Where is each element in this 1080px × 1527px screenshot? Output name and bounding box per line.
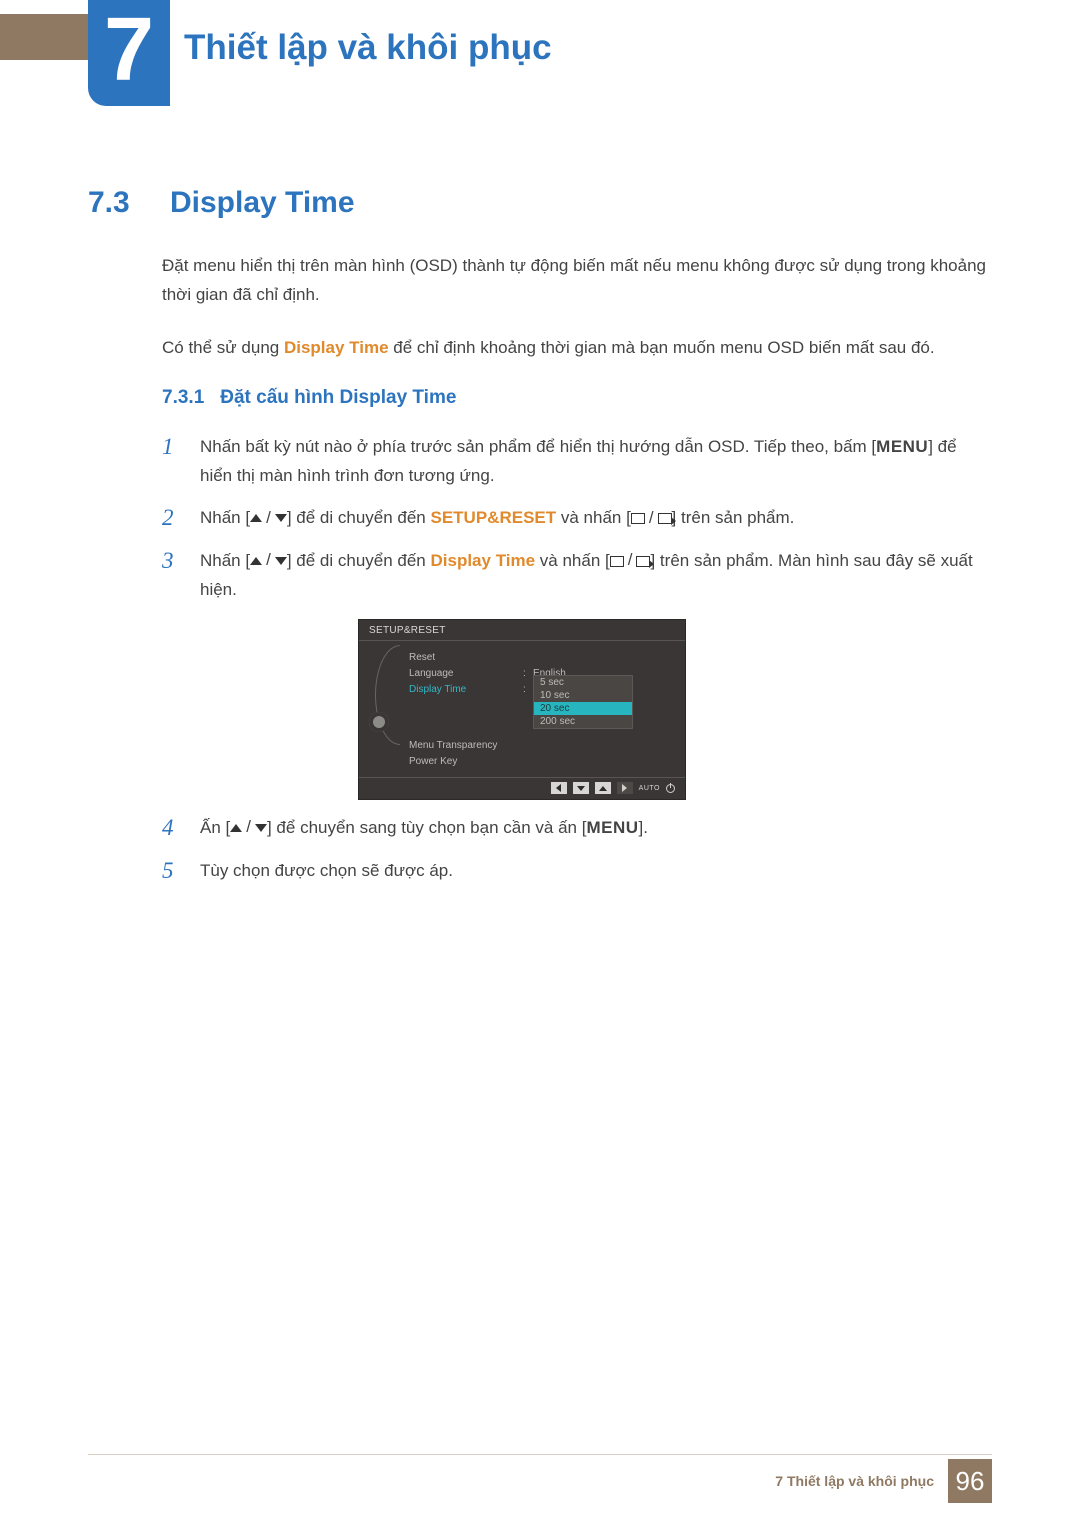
highlight-display-time: Display Time xyxy=(431,551,536,570)
step-text: Nhấn [/] để di chuyển đến Display Time v… xyxy=(200,547,992,605)
step-number: 5 xyxy=(162,857,182,886)
osd-nav-down-icon xyxy=(573,782,589,794)
osd-option: 20 sec xyxy=(534,702,632,715)
select-enter-icon: / xyxy=(631,504,672,533)
osd-label: Menu Transparency xyxy=(405,740,523,751)
step-2: 2 Nhấn [/] để di chuyển đến SETUP&RESET … xyxy=(162,504,992,533)
steps-list: 1 Nhấn bất kỳ nút nào ở phía trước sản p… xyxy=(162,433,992,886)
text: ] để chuyển sang tùy chọn bạn cần và ấn … xyxy=(267,818,586,837)
osd-nav-enter-icon xyxy=(617,782,633,794)
subsection-number: 7.3.1 xyxy=(162,387,204,409)
select-enter-icon: / xyxy=(610,546,651,575)
up-down-icon: / xyxy=(230,813,267,842)
colon: : xyxy=(523,668,533,679)
intro-paragraph-1: Đặt menu hiển thị trên màn hình (OSD) th… xyxy=(162,252,992,310)
osd-nav-up-icon xyxy=(595,782,611,794)
section-number: 7.3 xyxy=(88,186,144,220)
osd-row-menu-transparency: Menu Transparency xyxy=(405,737,685,753)
subsection-title: Đặt cấu hình Display Time xyxy=(220,387,456,409)
text: Có thể sử dụng xyxy=(162,338,284,357)
text: ] để di chuyển đến xyxy=(287,508,431,527)
page-footer: 7 Thiết lập và khôi phục 96 xyxy=(775,1459,992,1503)
osd-options-dropdown: 5 sec10 sec20 sec200 sec xyxy=(533,675,633,729)
chapter-number: 7 xyxy=(104,5,154,95)
text: để chỉ định khoảng thời gian mà bạn muốn… xyxy=(389,338,935,357)
osd-option: 200 sec xyxy=(534,715,632,728)
footer-chapter-label: 7 Thiết lập và khôi phục xyxy=(775,1473,934,1489)
text: và nhấn [ xyxy=(556,508,631,527)
subsection-heading: 7.3.1 Đặt cấu hình Display Time xyxy=(162,387,992,409)
highlight-setup-reset: SETUP&RESET xyxy=(431,508,557,527)
osd-option: 5 sec xyxy=(534,676,632,689)
osd-label: Display Time xyxy=(405,684,523,695)
step-number: 2 xyxy=(162,504,182,533)
colon: : xyxy=(523,684,533,695)
step-5: 5 Tùy chọn được chọn sẽ được áp. xyxy=(162,857,992,886)
up-down-icon: / xyxy=(250,546,287,575)
step-text: Ấn [/] để chuyển sang tùy chọn bạn cần v… xyxy=(200,814,992,843)
content-area: 7.3 Display Time Đặt menu hiển thị trên … xyxy=(88,186,992,900)
osd-row-display-time: Display Time : 5 sec10 sec20 sec200 sec xyxy=(405,681,685,697)
osd-screenshot: SETUP&RESET Reset Language : English xyxy=(358,619,686,800)
footer-rule xyxy=(88,1454,992,1455)
chapter-tab: 7 xyxy=(88,0,170,106)
osd-label: Language xyxy=(405,668,523,679)
step-number: 1 xyxy=(162,433,182,491)
text: ] trên sản phẩm. xyxy=(672,508,795,527)
power-icon xyxy=(666,784,675,793)
menu-label: MENU xyxy=(586,818,638,837)
step-4: 4 Ấn [/] để chuyển sang tùy chọn bạn cần… xyxy=(162,814,992,843)
osd-footer: AUTO xyxy=(359,777,685,799)
step-3: 3 Nhấn [/] để di chuyển đến Display Time… xyxy=(162,547,992,605)
section-title: Display Time xyxy=(170,186,355,220)
step-text: Nhấn bất kỳ nút nào ở phía trước sản phẩ… xyxy=(200,433,992,491)
osd-body: Reset Language : English Display Time : … xyxy=(359,641,685,777)
step-text: Tùy chọn được chọn sẽ được áp. xyxy=(200,857,992,886)
text: ] để di chuyển đến xyxy=(287,551,431,570)
text: Nhấn [ xyxy=(200,551,250,570)
section-heading: 7.3 Display Time xyxy=(88,186,992,220)
text: ]. xyxy=(639,818,648,837)
osd-menu: Reset Language : English Display Time : … xyxy=(399,647,685,771)
step-text: Nhấn [/] để di chuyển đến SETUP&RESET và… xyxy=(200,504,992,533)
text: Ấn [ xyxy=(200,818,230,837)
intro-paragraph-2: Có thể sử dụng Display Time để chỉ định … xyxy=(162,334,992,363)
osd-row-reset: Reset xyxy=(405,649,685,665)
osd-row-power-key: Power Key xyxy=(405,753,685,769)
chapter-title: Thiết lập và khôi phục xyxy=(184,28,552,68)
text: Nhấn [ xyxy=(200,508,250,527)
osd-option: 10 sec xyxy=(534,689,632,702)
menu-label: MENU xyxy=(876,437,928,456)
page-number: 96 xyxy=(948,1459,992,1503)
osd-auto-label: AUTO xyxy=(639,785,660,792)
osd-side-icon-area xyxy=(359,647,399,771)
osd-label: Power Key xyxy=(405,756,523,767)
text: Nhấn bất kỳ nút nào ở phía trước sản phẩ… xyxy=(200,437,876,456)
osd-nav-left-icon xyxy=(551,782,567,794)
step-number: 3 xyxy=(162,547,182,605)
text: và nhấn [ xyxy=(535,551,610,570)
osd-title: SETUP&RESET xyxy=(359,620,685,640)
highlight-display-time: Display Time xyxy=(284,338,389,357)
step-number: 4 xyxy=(162,814,182,843)
osd-label: Reset xyxy=(405,652,523,663)
up-down-icon: / xyxy=(250,504,287,533)
step-1: 1 Nhấn bất kỳ nút nào ở phía trước sản p… xyxy=(162,433,992,491)
